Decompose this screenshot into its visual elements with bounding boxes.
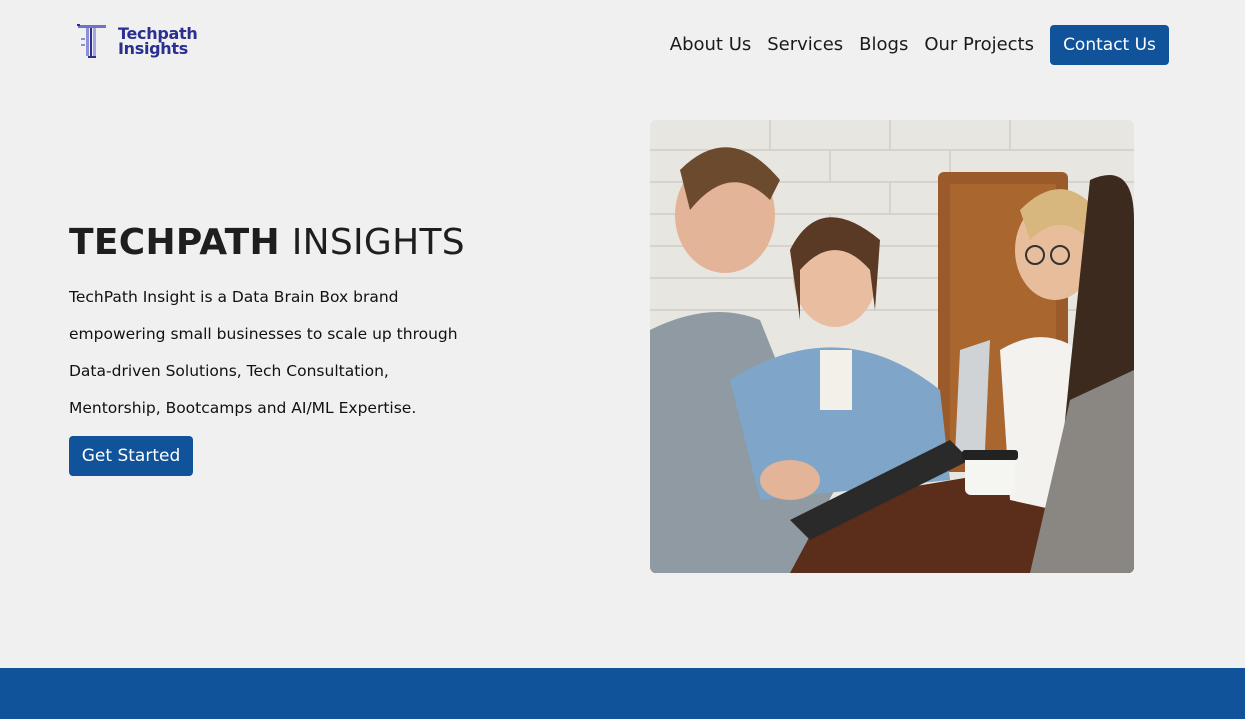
hero-title-bold: TECHPATH [69, 222, 280, 263]
nav-link-our-projects[interactable]: Our Projects [924, 25, 1034, 65]
brand-name-line2: Insights [118, 39, 188, 58]
get-started-button[interactable]: Get Started [69, 436, 193, 476]
bottom-section-band [0, 668, 1245, 719]
hero-photo-illustration [650, 120, 1134, 573]
hero-photo [650, 120, 1134, 573]
nav-link-services[interactable]: Services [767, 25, 843, 65]
brand-name: Techpath Insights [118, 26, 198, 58]
brand-logo[interactable]: Techpath Insights [76, 22, 198, 60]
contact-us-button[interactable]: Contact Us [1050, 25, 1169, 65]
logo-mark-icon [77, 24, 106, 58]
page: Techpath Insights About Us Services Blog… [0, 0, 1245, 719]
nav-link-blogs[interactable]: Blogs [859, 25, 908, 65]
hero-title: TECHPATH INSIGHTS [69, 222, 465, 263]
main-nav: About Us Services Blogs Our Projects Con… [670, 25, 1169, 65]
hero-description: TechPath Insight is a Data Brain Box bra… [69, 288, 458, 417]
nav-link-about-us[interactable]: About Us [670, 25, 752, 65]
hero-title-light: INSIGHTS [291, 222, 465, 263]
